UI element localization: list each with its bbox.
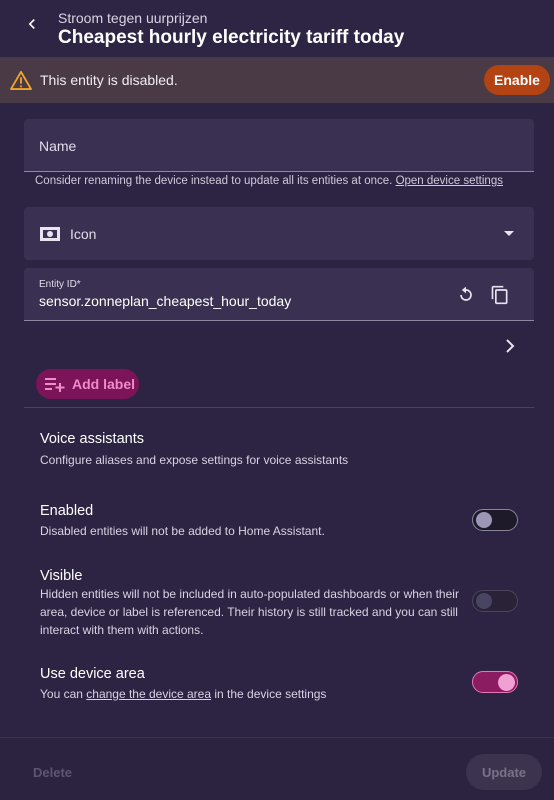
money-icon <box>40 227 60 241</box>
add-label-button[interactable]: Add label <box>36 369 139 399</box>
area-desc-prefix: You can <box>40 687 87 701</box>
visible-desc: Hidden entities will not be included in … <box>40 587 459 637</box>
open-device-settings-link[interactable]: Open device settings <box>396 175 503 187</box>
icon-select[interactable]: Icon <box>24 207 534 260</box>
name-field[interactable]: Name <box>24 119 534 172</box>
enabled-desc: Disabled entities will not be added to H… <box>40 524 325 538</box>
dialog-content: Name Consider renaming the device instea… <box>0 103 554 737</box>
add-label-text: Add label <box>72 376 136 392</box>
voice-assistants-desc: Configure aliases and expose settings fo… <box>40 453 349 467</box>
back-arrow-icon <box>28 19 35 29</box>
copy-icon[interactable] <box>490 284 510 306</box>
header-subtitle: Stroom tegen uurprijzen <box>58 10 208 26</box>
toggle-knob <box>498 674 515 691</box>
dialog-footer: Delete Update <box>0 737 554 800</box>
visible-title: Visible <box>40 568 83 584</box>
enabled-toggle[interactable] <box>472 509 518 531</box>
add-label-icon <box>45 378 65 392</box>
delete-button[interactable]: Delete <box>33 765 72 780</box>
enabled-title: Enabled <box>40 503 94 519</box>
reset-icon[interactable] <box>456 285 476 305</box>
name-helper-text: Consider renaming the device instead to … <box>35 175 503 187</box>
use-device-area-toggle[interactable] <box>472 671 518 693</box>
use-device-area-title: Use device area <box>40 666 145 682</box>
entity-id-field[interactable]: Entity ID* sensor.zonneplan_cheapest_hou… <box>24 268 534 321</box>
icon-field-label: Icon <box>70 226 97 242</box>
area-desc-suffix: in the device settings <box>211 687 327 701</box>
alert-message: This entity is disabled. <box>40 72 178 88</box>
name-helper-message: Consider renaming the device instead to … <box>35 175 393 187</box>
update-button[interactable]: Update <box>466 754 542 790</box>
dialog-header: Stroom tegen uurprijzen Cheapest hourly … <box>0 0 554 57</box>
dropdown-arrow-icon <box>504 231 514 236</box>
name-field-label: Name <box>39 138 77 154</box>
toggle-knob <box>476 512 492 528</box>
entity-id-label: Entity ID* <box>39 279 81 290</box>
use-device-area-desc: You can change the device area in the de… <box>40 685 326 703</box>
back-button[interactable] <box>18 10 46 38</box>
section-divider <box>24 407 534 408</box>
entity-id-value: sensor.zonneplan_cheapest_hour_today <box>39 293 292 309</box>
warning-icon <box>10 70 32 90</box>
voice-assistants-title: Voice assistants <box>40 431 144 447</box>
toggle-knob <box>476 593 492 609</box>
header-title: Cheapest hourly electricity tariff today <box>58 27 405 48</box>
enable-button[interactable]: Enable <box>484 65 550 95</box>
visible-toggle[interactable] <box>472 590 518 612</box>
change-device-area-link[interactable]: change the device area <box>86 687 211 701</box>
disabled-alert: This entity is disabled. Enable <box>0 57 554 103</box>
chevron-right-icon <box>506 339 515 353</box>
